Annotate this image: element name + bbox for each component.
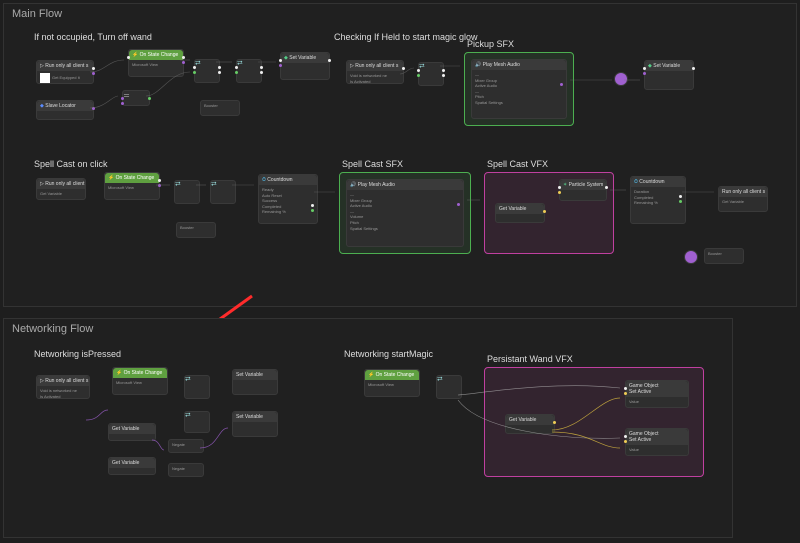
section-main-flow: Main Flow If not occupied, Turn off wand… bbox=[3, 3, 797, 307]
node-set-variable-3[interactable]: Run only all client s Get Variable bbox=[718, 186, 768, 212]
node-get-equipped[interactable]: ▷ Run only all client s Get Equipped It bbox=[36, 60, 94, 84]
branch-icon: ⮂ bbox=[211, 181, 217, 188]
section-title-net: Networking Flow bbox=[4, 319, 732, 339]
node-get-variable-3[interactable]: Get Variable bbox=[108, 457, 156, 475]
branch-icon: ⮂ bbox=[185, 376, 191, 383]
exec-icon: ▷ bbox=[40, 378, 44, 384]
node-set-active-1[interactable]: Game ObjectSet Active Value bbox=[625, 380, 689, 408]
branch-icon: ⮂ bbox=[185, 412, 191, 419]
sparkle-icon: ✶ bbox=[563, 182, 567, 188]
node-play-audio-2[interactable]: 🔊 Play Mesh Audio — Mixer Group Active A… bbox=[346, 179, 464, 247]
exec-icon: ▷ bbox=[350, 63, 354, 69]
comment-pickup-sfx: Pickup SFX 🔊 Play Mesh Audio — Mixer Gro… bbox=[464, 52, 574, 126]
exec-icon: ▷ bbox=[40, 181, 44, 187]
node-on-state-change-3[interactable]: ⚡ On State Change Microsoft View bbox=[112, 367, 168, 395]
node-equals-1[interactable]: ＝ bbox=[122, 90, 150, 106]
node-get-variable-2[interactable]: Get Variable bbox=[108, 423, 156, 441]
doc-icon bbox=[40, 73, 50, 83]
node-branch-3[interactable]: ⮂ bbox=[418, 62, 444, 86]
node-on-state-change-4[interactable]: ⚡ On State Change Microsoft View bbox=[364, 369, 420, 397]
node-set-variable-5[interactable]: Set Variable bbox=[232, 411, 278, 437]
node-negate-2[interactable]: Negate bbox=[168, 463, 204, 477]
var-icon: ◆ bbox=[648, 63, 652, 69]
comment-spell-vfx: Spell Cast VFX Get Variable ✶ Particle S… bbox=[484, 172, 614, 254]
node-get-variable-vfx[interactable]: Get Variable bbox=[495, 203, 545, 223]
node-booster-2[interactable]: Booster bbox=[176, 222, 216, 238]
node-get-variable-4[interactable]: Get Variable bbox=[505, 414, 555, 434]
node-branch-8[interactable]: ⮂ bbox=[436, 375, 462, 399]
chip-icon: ◆ bbox=[40, 103, 44, 109]
node-purple-dot-1[interactable] bbox=[614, 72, 628, 86]
node-negate-1[interactable]: Negate bbox=[168, 439, 204, 453]
bolt-icon: ⚡ bbox=[368, 372, 374, 378]
bolt-icon: ⚡ bbox=[132, 52, 138, 58]
node-booster-1[interactable]: Booster bbox=[200, 100, 240, 116]
node-spell-start[interactable]: ▷ Run only all client s Get Variable bbox=[36, 178, 86, 200]
node-countdown-1[interactable]: ⏱ Countdown Ready Auto Reset Success Com… bbox=[258, 174, 318, 224]
node-branch-6[interactable]: ⮂ bbox=[184, 375, 210, 399]
node-void-networked[interactable]: ▷ Run only all client s Void is networke… bbox=[346, 60, 404, 84]
node-slave-locator[interactable]: ◆ Slave Locator bbox=[36, 100, 94, 120]
branch-icon: ⮂ bbox=[437, 376, 443, 383]
exec-icon: ▷ bbox=[40, 63, 44, 69]
section-title-main: Main Flow bbox=[4, 4, 796, 24]
node-particle-system[interactable]: ✶ Particle System bbox=[559, 179, 607, 201]
audio-icon: 🔊 bbox=[350, 182, 356, 188]
audio-icon: 🔊 bbox=[475, 62, 481, 68]
var-icon: ◆ bbox=[284, 55, 288, 61]
node-purple-dot-2[interactable] bbox=[684, 250, 698, 264]
comment-wand-vfx: Persistant Wand VFX Get Variable Game Ob… bbox=[484, 367, 704, 477]
comment-label-wand-vfx: Persistant Wand VFX bbox=[487, 354, 573, 364]
node-play-audio-1[interactable]: 🔊 Play Mesh Audio — Mixer Group Active A… bbox=[471, 59, 567, 119]
node-set-active-2[interactable]: Game ObjectSet Active Value bbox=[625, 428, 689, 456]
node-branch-4[interactable]: ⮂ bbox=[174, 180, 200, 204]
node-on-state-change-1[interactable]: ⚡ On State Change Microsoft View bbox=[128, 49, 184, 77]
node-set-variable-4[interactable]: Set Variable bbox=[232, 369, 278, 395]
node-branch-1[interactable]: ⮂ bbox=[194, 59, 220, 83]
node-branch-7[interactable]: ⮂ bbox=[184, 411, 210, 433]
comment-label-pickup: Pickup SFX bbox=[467, 39, 514, 49]
bolt-icon: ⚡ bbox=[108, 175, 114, 181]
clock-icon: ⏱ bbox=[634, 179, 638, 185]
group-title-g5: Networking startMagic bbox=[344, 349, 433, 359]
group-title-g2: Checking If Held to start magic glow bbox=[334, 32, 478, 42]
section-networking-flow: Networking Flow Networking isPressed Net… bbox=[3, 318, 733, 538]
node-set-variable-1[interactable]: ◆ Set Variable bbox=[280, 52, 330, 80]
node-countdown-2[interactable]: ⏱ Countdown Duration Completed Remaining… bbox=[630, 176, 686, 224]
comment-spell-sfx: Spell Cast SFX 🔊 Play Mesh Audio — Mixer… bbox=[339, 172, 471, 254]
node-on-state-change-2[interactable]: ⚡ On State Change Microsoft View bbox=[104, 172, 160, 200]
comment-label-cast-vfx: Spell Cast VFX bbox=[487, 159, 548, 169]
group-title-g4: Networking isPressed bbox=[34, 349, 121, 359]
bolt-icon: ⚡ bbox=[116, 370, 122, 376]
node-branch-5[interactable]: ⮂ bbox=[210, 180, 236, 204]
clock-icon: ⏱ bbox=[262, 177, 266, 183]
comment-label-cast-sfx: Spell Cast SFX bbox=[342, 159, 403, 169]
node-booster-3[interactable]: Booster bbox=[704, 248, 744, 264]
group-title-g3: Spell Cast on click bbox=[34, 159, 108, 169]
branch-icon: ⮂ bbox=[175, 181, 181, 188]
node-branch-2[interactable]: ⮂ bbox=[236, 59, 262, 83]
group-title-g1: If not occupied, Turn off wand bbox=[34, 32, 152, 42]
node-set-variable-2[interactable]: ◆ Set Variable bbox=[644, 60, 694, 90]
node-net-start[interactable]: ▷ Run only all client s Void is networke… bbox=[36, 375, 90, 399]
